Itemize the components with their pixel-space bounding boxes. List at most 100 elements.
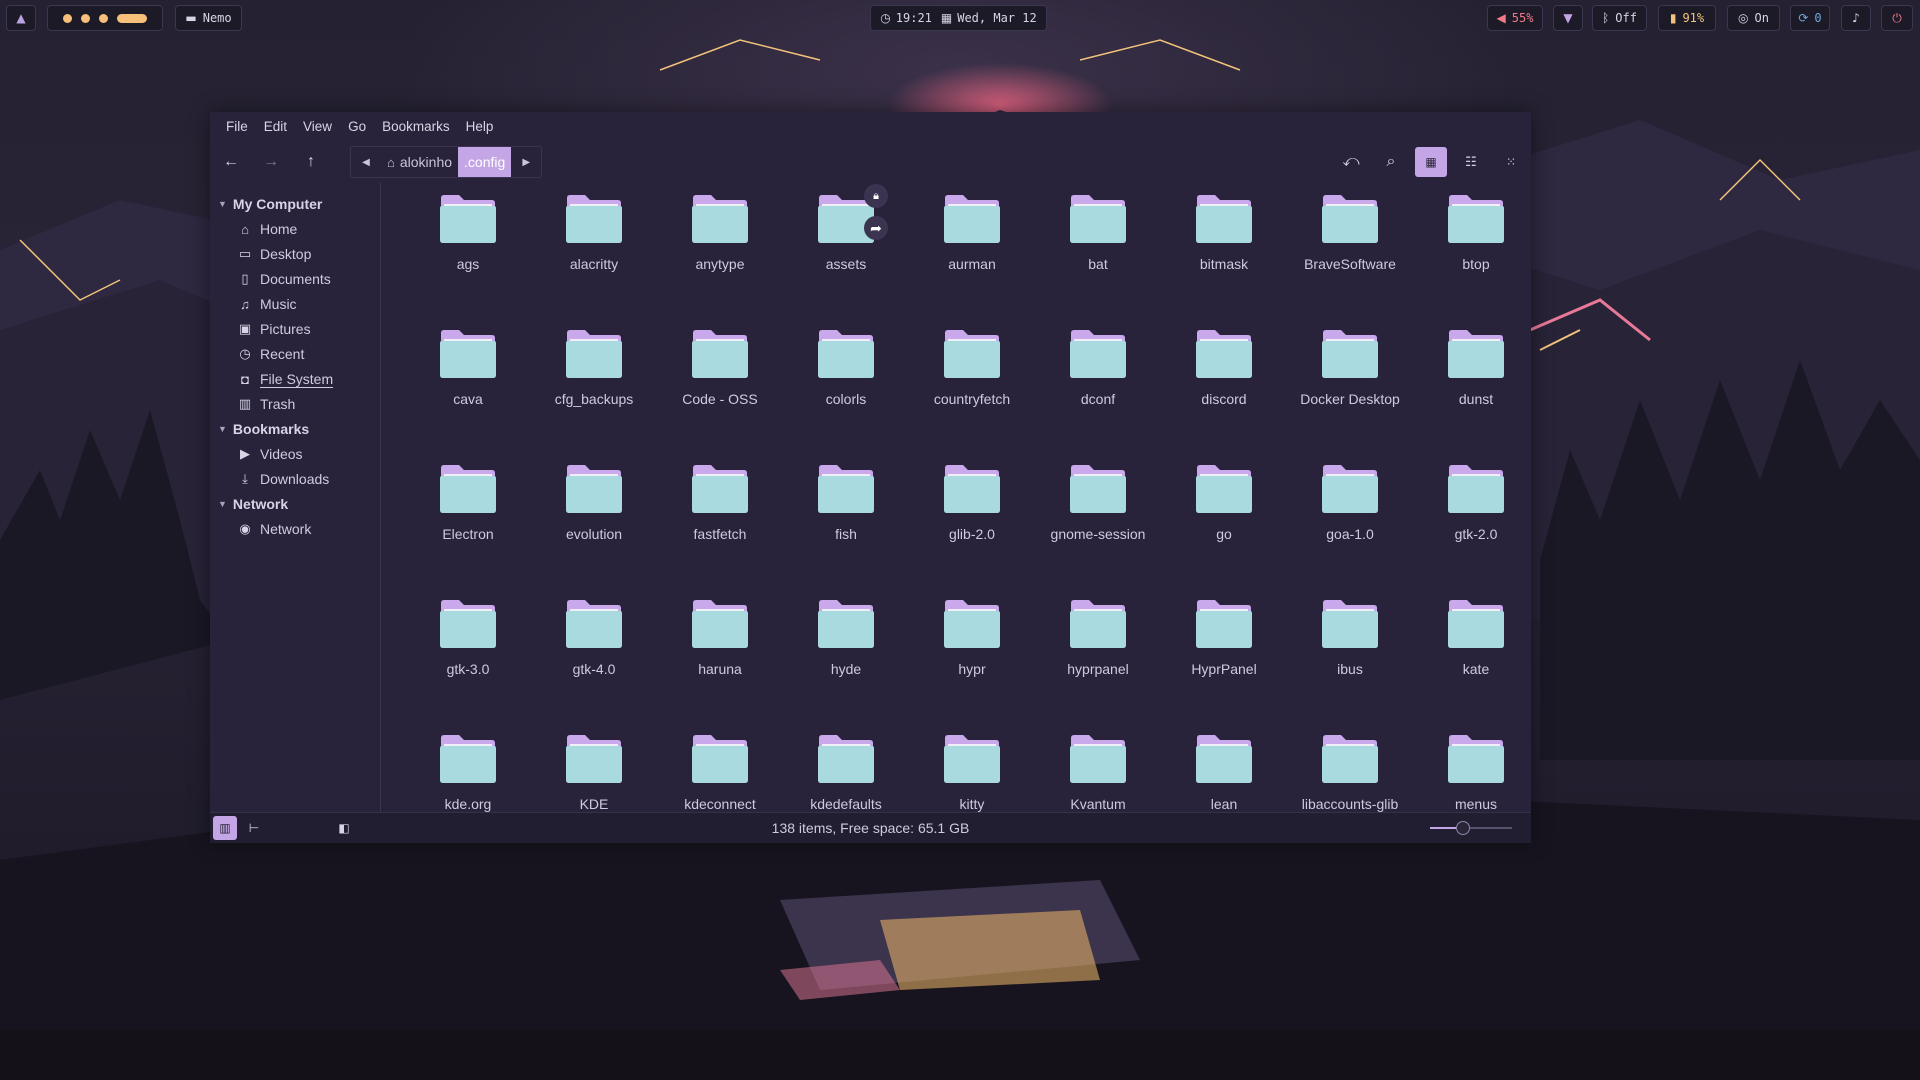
folder-item[interactable]: dunst xyxy=(1416,317,1531,427)
folder-item[interactable]: aurman xyxy=(912,182,1032,292)
folder-item[interactable]: bat xyxy=(1038,182,1158,292)
folder-item[interactable]: anytype xyxy=(660,182,780,292)
notifications-button[interactable]: ♪ xyxy=(1841,5,1871,31)
breadcrumb-current[interactable]: .config xyxy=(458,147,512,177)
sidebar-section-bookmarks[interactable]: ▼ Bookmarks xyxy=(218,421,309,437)
breadcrumb-prev-button[interactable]: ◀ xyxy=(351,147,381,177)
menu-bookmarks[interactable]: Bookmarks xyxy=(374,119,458,134)
folder-item[interactable]: gtk-2.0 xyxy=(1416,452,1531,562)
window-title-widget[interactable]: ▬ Nemo xyxy=(175,5,242,31)
idle-text: On xyxy=(1754,11,1769,25)
folder-item[interactable]: evolution xyxy=(534,452,654,562)
folder-item[interactable]: fastfetch xyxy=(660,452,780,562)
folder-item[interactable]: KDE xyxy=(534,722,654,812)
list-view-button[interactable]: ☷ xyxy=(1455,147,1487,177)
folder-icon xyxy=(1070,735,1126,783)
folder-item[interactable]: menus xyxy=(1416,722,1531,812)
folder-item[interactable]: HyprPanel xyxy=(1164,587,1284,697)
launcher-button[interactable]: ▲ xyxy=(6,5,36,31)
sidebar-item-network[interactable]: ◉ Network xyxy=(237,521,311,537)
up-button[interactable]: ↑ xyxy=(295,147,327,177)
sidebar-item-home[interactable]: ⌂ Home xyxy=(237,221,297,237)
folder-item[interactable]: dconf xyxy=(1038,317,1158,427)
menu-help[interactable]: Help xyxy=(458,119,502,134)
volume-widget[interactable]: ◀ 55% xyxy=(1487,5,1543,31)
workspace-active-indicator[interactable] xyxy=(117,13,147,23)
folder-item[interactable]: ags xyxy=(408,182,528,292)
folder-item[interactable]: gtk-3.0 xyxy=(408,587,528,697)
breadcrumb-home[interactable]: ⌂ alokinho xyxy=(381,147,458,177)
folder-item[interactable]: go xyxy=(1164,452,1284,562)
folder-item[interactable]: haruna xyxy=(660,587,780,697)
folder-item[interactable]: kdeconnect xyxy=(660,722,780,812)
sidebar-item-trash[interactable]: ▥ Trash xyxy=(237,396,295,412)
folder-item[interactable]: assets 🔒︎ ➦ xyxy=(786,182,906,292)
folder-item[interactable]: ibus xyxy=(1290,587,1410,697)
folder-item[interactable]: gtk-4.0 xyxy=(534,587,654,697)
folder-item[interactable]: hyprpanel xyxy=(1038,587,1158,697)
sidebar-item-downloads[interactable]: ⤓ Downloads xyxy=(237,471,329,487)
folder-item[interactable]: bitmask xyxy=(1164,182,1284,292)
folder-item[interactable]: kitty xyxy=(912,722,1032,812)
folder-item[interactable]: lean xyxy=(1164,722,1284,812)
bluetooth-widget[interactable]: ᛒ Off xyxy=(1592,5,1647,31)
toggle-location-button[interactable]: ⤺ xyxy=(1335,147,1367,177)
clock-widget[interactable]: ◷ 19:21 ▦ Wed, Mar 12 xyxy=(870,5,1047,31)
folder-item[interactable]: fish xyxy=(786,452,906,562)
sidebar-section-network[interactable]: ▼ Network xyxy=(218,496,288,512)
sidebar-item-recent[interactable]: ◷ Recent xyxy=(237,346,304,362)
folder-item[interactable]: gnome-session xyxy=(1038,452,1158,562)
updates-widget[interactable]: ⟳ 0 xyxy=(1790,5,1830,31)
sidebar-item-documents[interactable]: ▯ Documents xyxy=(237,271,330,287)
workspaces-widget[interactable] xyxy=(47,5,163,31)
folder-name: haruna xyxy=(698,661,742,677)
folder-item[interactable]: cava xyxy=(408,317,528,427)
zoom-slider[interactable] xyxy=(1430,821,1512,835)
folder-item[interactable]: alacritty xyxy=(534,182,654,292)
battery-widget[interactable]: ▮ 91% xyxy=(1658,5,1716,31)
video-icon: ▶ xyxy=(240,446,250,461)
folder-item[interactable]: colorls xyxy=(786,317,906,427)
menu-view[interactable]: View xyxy=(295,119,340,134)
sidebar-item-pictures[interactable]: ▣ Pictures xyxy=(237,321,311,337)
network-widget[interactable]: ▼ xyxy=(1553,5,1583,31)
folder-item[interactable]: kate xyxy=(1416,587,1531,697)
idle-inhibitor-widget[interactable]: ◎ On xyxy=(1727,5,1780,31)
sidebar-item-file-system[interactable]: ◘ File System xyxy=(237,371,334,388)
icon-view-button[interactable]: ▦ xyxy=(1415,147,1447,177)
folder-item[interactable]: Electron xyxy=(408,452,528,562)
folder-item[interactable]: Code - OSS xyxy=(660,317,780,427)
workspace-dot[interactable] xyxy=(63,13,72,23)
menu-file[interactable]: File xyxy=(218,119,256,134)
folder-item[interactable]: libaccounts-glib xyxy=(1290,722,1410,812)
power-button[interactable]: ⏻ xyxy=(1881,5,1913,31)
sidebar-item-desktop[interactable]: ▭ Desktop xyxy=(237,246,312,262)
folder-item[interactable]: Kvantum xyxy=(1038,722,1158,812)
folder-item[interactable]: cfg_backups xyxy=(534,317,654,427)
folder-item[interactable]: BraveSoftware xyxy=(1290,182,1410,292)
menu-edit[interactable]: Edit xyxy=(256,119,295,134)
folder-item[interactable]: goa-1.0 xyxy=(1290,452,1410,562)
folder-item[interactable]: countryfetch xyxy=(912,317,1032,427)
breadcrumb-next-button[interactable]: ▶ xyxy=(511,147,541,177)
search-button[interactable]: ⌕ xyxy=(1375,147,1407,177)
folder-item[interactable]: glib-2.0 xyxy=(912,452,1032,562)
folder-item[interactable]: hypr xyxy=(912,587,1032,697)
sidebar-item-music[interactable]: ♫ Music xyxy=(237,296,296,312)
folder-item[interactable]: discord xyxy=(1164,317,1284,427)
workspace-dot[interactable] xyxy=(99,13,108,23)
sidebar-item-videos[interactable]: ▶ Videos xyxy=(237,446,303,462)
power-icon: ⏻ xyxy=(1892,10,1902,25)
forward-button[interactable]: → xyxy=(255,147,287,177)
folder-item[interactable]: kdedefaults xyxy=(786,722,906,812)
back-button[interactable]: ← xyxy=(215,147,247,177)
folder-item[interactable]: hyde xyxy=(786,587,906,697)
folder-item[interactable]: Docker Desktop xyxy=(1290,317,1410,427)
compact-view-button[interactable]: ⁙ xyxy=(1495,147,1527,177)
folder-item[interactable]: btop xyxy=(1416,182,1531,292)
menu-go[interactable]: Go xyxy=(340,119,374,134)
folder-item[interactable]: kde.org xyxy=(408,722,528,812)
sidebar-section-my-computer[interactable]: ▼ My Computer xyxy=(218,196,322,212)
workspace-dot[interactable] xyxy=(81,13,90,23)
zoom-slider-handle[interactable] xyxy=(1455,821,1470,835)
